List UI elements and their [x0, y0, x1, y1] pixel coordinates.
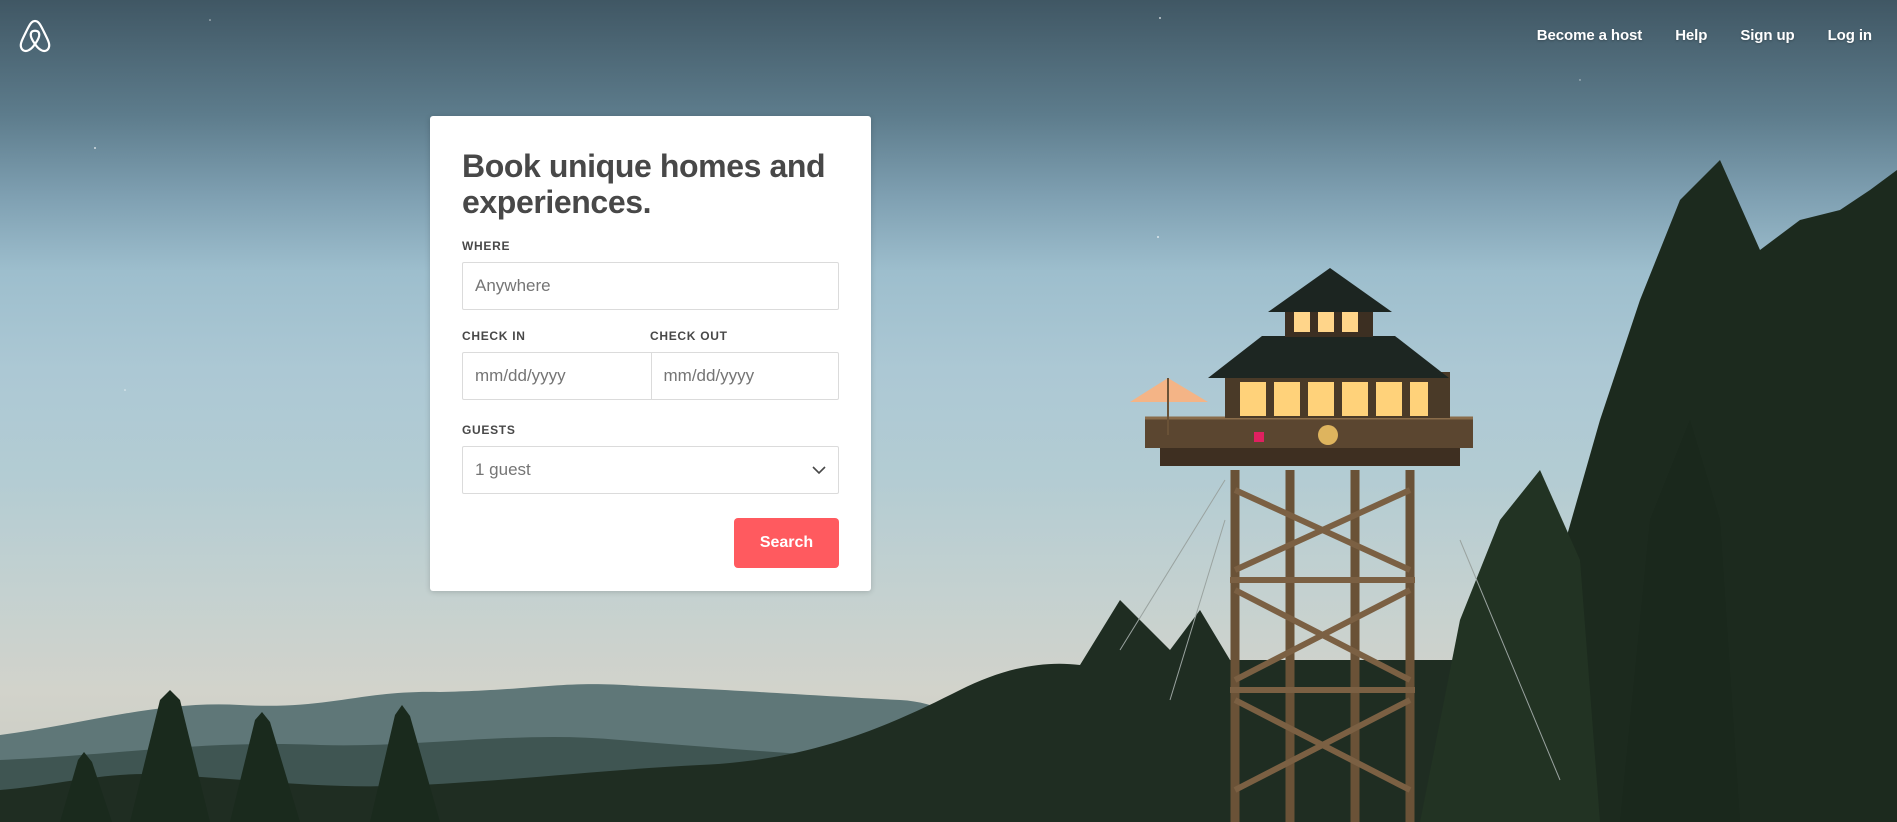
hero-image	[0, 17, 1897, 822]
search-row: Search	[462, 518, 839, 568]
airbnb-logo-icon[interactable]	[18, 18, 52, 54]
where-input[interactable]	[475, 276, 826, 296]
guests-label: GUESTS	[462, 423, 516, 437]
nav-help[interactable]: Help	[1675, 24, 1707, 48]
check-out-input[interactable]	[663, 366, 826, 386]
dates-labels: CHECK IN CHECK OUT	[462, 328, 839, 344]
check-out-label: CHECK OUT	[650, 329, 728, 343]
check-in-label: CHECK IN	[462, 329, 526, 343]
nav-sign-up[interactable]: Sign up	[1740, 24, 1794, 48]
where-label: WHERE	[462, 239, 511, 253]
check-in-input[interactable]	[475, 366, 639, 386]
top-nav: Become a host Help Sign up Log in	[1537, 24, 1872, 48]
check-in-field	[463, 353, 651, 399]
search-button[interactable]: Search	[734, 518, 839, 568]
where-field	[462, 262, 839, 310]
check-out-field	[650, 353, 839, 399]
guests-value: 1 guest	[475, 460, 531, 479]
nav-become-a-host[interactable]: Become a host	[1537, 24, 1643, 48]
headline: Book unique homes and experiences.	[462, 148, 826, 220]
chevron-down-icon	[812, 466, 826, 475]
guests-select[interactable]: 1 guest	[462, 446, 839, 494]
hero-background: Become a host Help Sign up Log in Book u…	[0, 0, 1897, 822]
nav-log-in[interactable]: Log in	[1828, 24, 1872, 48]
date-range-field	[462, 352, 839, 400]
search-card: Book unique homes and experiences. WHERE…	[430, 116, 871, 591]
